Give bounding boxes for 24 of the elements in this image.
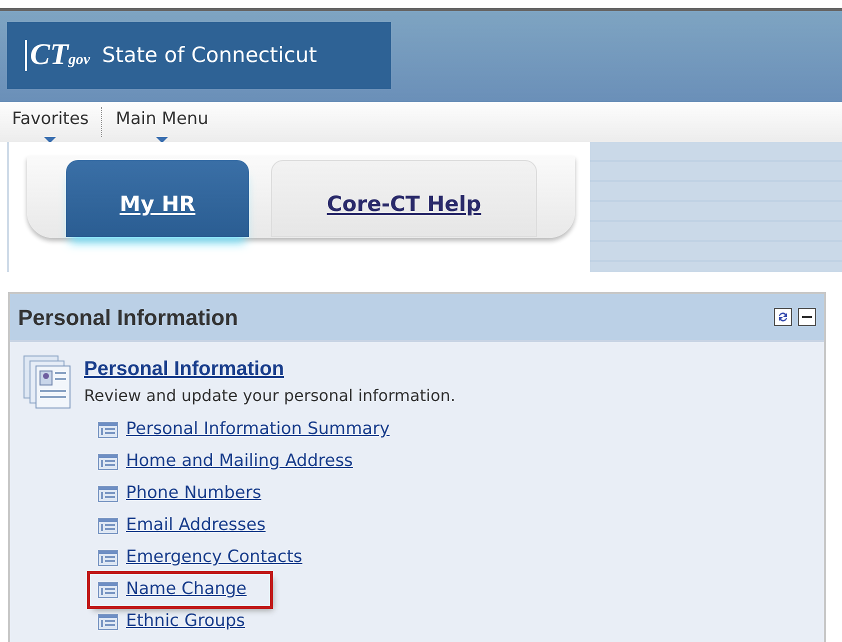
list-icon [98, 582, 118, 598]
nav-link[interactable]: Phone Numbers [126, 481, 262, 507]
section-description: Review and update your personal information. [84, 385, 456, 407]
nav-link[interactable]: Name Change [126, 577, 247, 603]
nav-link[interactable]: Home and Mailing Address [126, 449, 353, 475]
list-icon [98, 518, 118, 534]
list-icon [98, 454, 118, 470]
site-title: State of Connecticut [102, 42, 317, 69]
section-link[interactable]: Personal Information [84, 354, 456, 384]
refresh-button[interactable] [774, 308, 792, 326]
tab[interactable]: Core-CT Help [271, 160, 537, 237]
logo: CTgov [25, 40, 90, 72]
list-icon [98, 486, 118, 502]
list-icon [98, 614, 118, 630]
nav-link[interactable]: Emergency Contacts [126, 545, 302, 571]
nav-link[interactable]: Ethnic Groups [126, 609, 246, 635]
nav-link[interactable]: Personal Information Summary [126, 417, 390, 443]
list-icon [98, 422, 118, 438]
refresh-icon [776, 310, 790, 324]
tab[interactable]: My HR [66, 160, 249, 237]
minimize-button[interactable] [798, 308, 816, 326]
portlet-title: Personal Information [18, 304, 240, 332]
list-icon [98, 550, 118, 566]
nav-link[interactable]: Email Addresses [126, 513, 266, 539]
